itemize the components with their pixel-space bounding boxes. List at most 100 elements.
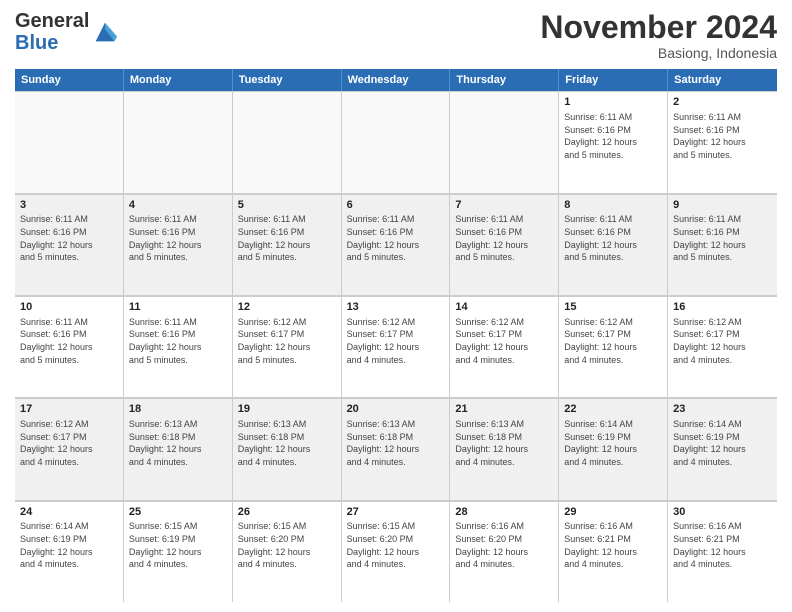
day-number: 24	[20, 505, 118, 520]
empty-cell	[233, 91, 342, 192]
day-cell-22: 22Sunrise: 6:14 AM Sunset: 6:19 PM Dayli…	[559, 398, 668, 499]
day-detail: Sunrise: 6:15 AM Sunset: 6:20 PM Dayligh…	[238, 520, 336, 570]
calendar-body: 1Sunrise: 6:11 AM Sunset: 6:16 PM Daylig…	[15, 91, 777, 602]
day-cell-17: 17Sunrise: 6:12 AM Sunset: 6:17 PM Dayli…	[15, 398, 124, 499]
day-cell-12: 12Sunrise: 6:12 AM Sunset: 6:17 PM Dayli…	[233, 296, 342, 397]
day-number: 27	[347, 505, 445, 520]
day-number: 17	[20, 402, 118, 417]
day-detail: Sunrise: 6:15 AM Sunset: 6:20 PM Dayligh…	[347, 520, 445, 570]
day-cell-9: 9Sunrise: 6:11 AM Sunset: 6:16 PM Daylig…	[668, 194, 777, 295]
day-detail: Sunrise: 6:15 AM Sunset: 6:19 PM Dayligh…	[129, 520, 227, 570]
day-detail: Sunrise: 6:11 AM Sunset: 6:16 PM Dayligh…	[129, 316, 227, 366]
day-detail: Sunrise: 6:11 AM Sunset: 6:16 PM Dayligh…	[129, 213, 227, 263]
week-row-0: 1Sunrise: 6:11 AM Sunset: 6:16 PM Daylig…	[15, 91, 777, 193]
title-block: November 2024 Basiong, Indonesia	[540, 10, 777, 61]
day-cell-10: 10Sunrise: 6:11 AM Sunset: 6:16 PM Dayli…	[15, 296, 124, 397]
day-cell-27: 27Sunrise: 6:15 AM Sunset: 6:20 PM Dayli…	[342, 501, 451, 602]
day-cell-4: 4Sunrise: 6:11 AM Sunset: 6:16 PM Daylig…	[124, 194, 233, 295]
day-number: 1	[564, 95, 662, 110]
day-cell-28: 28Sunrise: 6:16 AM Sunset: 6:20 PM Dayli…	[450, 501, 559, 602]
day-detail: Sunrise: 6:13 AM Sunset: 6:18 PM Dayligh…	[455, 418, 553, 468]
day-number: 20	[347, 402, 445, 417]
day-cell-3: 3Sunrise: 6:11 AM Sunset: 6:16 PM Daylig…	[15, 194, 124, 295]
day-detail: Sunrise: 6:11 AM Sunset: 6:16 PM Dayligh…	[564, 111, 662, 161]
day-cell-16: 16Sunrise: 6:12 AM Sunset: 6:17 PM Dayli…	[668, 296, 777, 397]
day-number: 9	[673, 198, 772, 213]
day-number: 23	[673, 402, 772, 417]
day-detail: Sunrise: 6:12 AM Sunset: 6:17 PM Dayligh…	[20, 418, 118, 468]
day-number: 6	[347, 198, 445, 213]
day-detail: Sunrise: 6:14 AM Sunset: 6:19 PM Dayligh…	[564, 418, 662, 468]
day-detail: Sunrise: 6:16 AM Sunset: 6:20 PM Dayligh…	[455, 520, 553, 570]
day-number: 28	[455, 505, 553, 520]
day-detail: Sunrise: 6:13 AM Sunset: 6:18 PM Dayligh…	[129, 418, 227, 468]
day-cell-15: 15Sunrise: 6:12 AM Sunset: 6:17 PM Dayli…	[559, 296, 668, 397]
day-cell-1: 1Sunrise: 6:11 AM Sunset: 6:16 PM Daylig…	[559, 91, 668, 192]
day-detail: Sunrise: 6:11 AM Sunset: 6:16 PM Dayligh…	[673, 111, 772, 161]
day-number: 19	[238, 402, 336, 417]
day-cell-26: 26Sunrise: 6:15 AM Sunset: 6:20 PM Dayli…	[233, 501, 342, 602]
day-number: 7	[455, 198, 553, 213]
day-detail: Sunrise: 6:12 AM Sunset: 6:17 PM Dayligh…	[238, 316, 336, 366]
day-cell-18: 18Sunrise: 6:13 AM Sunset: 6:18 PM Dayli…	[124, 398, 233, 499]
logo-general: General	[15, 10, 89, 32]
day-cell-20: 20Sunrise: 6:13 AM Sunset: 6:18 PM Dayli…	[342, 398, 451, 499]
empty-cell	[124, 91, 233, 192]
header-sunday: Sunday	[15, 69, 124, 91]
month-title: November 2024	[540, 10, 777, 45]
day-number: 10	[20, 300, 118, 315]
day-number: 30	[673, 505, 772, 520]
day-detail: Sunrise: 6:14 AM Sunset: 6:19 PM Dayligh…	[673, 418, 772, 468]
day-detail: Sunrise: 6:11 AM Sunset: 6:16 PM Dayligh…	[347, 213, 445, 263]
header-saturday: Saturday	[668, 69, 777, 91]
day-cell-30: 30Sunrise: 6:16 AM Sunset: 6:21 PM Dayli…	[668, 501, 777, 602]
empty-cell	[15, 91, 124, 192]
day-number: 16	[673, 300, 772, 315]
day-number: 22	[564, 402, 662, 417]
day-number: 14	[455, 300, 553, 315]
page: General Blue November 2024 Basiong, Indo…	[0, 0, 792, 612]
week-row-3: 17Sunrise: 6:12 AM Sunset: 6:17 PM Dayli…	[15, 398, 777, 500]
day-cell-8: 8Sunrise: 6:11 AM Sunset: 6:16 PM Daylig…	[559, 194, 668, 295]
day-detail: Sunrise: 6:11 AM Sunset: 6:16 PM Dayligh…	[673, 213, 772, 263]
logo-text: General Blue	[15, 10, 89, 54]
day-number: 4	[129, 198, 227, 213]
day-number: 11	[129, 300, 227, 315]
week-row-1: 3Sunrise: 6:11 AM Sunset: 6:16 PM Daylig…	[15, 194, 777, 296]
day-number: 5	[238, 198, 336, 213]
day-cell-14: 14Sunrise: 6:12 AM Sunset: 6:17 PM Dayli…	[450, 296, 559, 397]
day-number: 3	[20, 198, 118, 213]
header-wednesday: Wednesday	[342, 69, 451, 91]
day-number: 8	[564, 198, 662, 213]
day-number: 12	[238, 300, 336, 315]
day-number: 21	[455, 402, 553, 417]
day-detail: Sunrise: 6:14 AM Sunset: 6:19 PM Dayligh…	[20, 520, 118, 570]
day-detail: Sunrise: 6:13 AM Sunset: 6:18 PM Dayligh…	[347, 418, 445, 468]
logo-blue: Blue	[15, 32, 89, 54]
day-detail: Sunrise: 6:13 AM Sunset: 6:18 PM Dayligh…	[238, 418, 336, 468]
day-cell-2: 2Sunrise: 6:11 AM Sunset: 6:16 PM Daylig…	[668, 91, 777, 192]
header-friday: Friday	[559, 69, 668, 91]
day-number: 18	[129, 402, 227, 417]
day-cell-11: 11Sunrise: 6:11 AM Sunset: 6:16 PM Dayli…	[124, 296, 233, 397]
empty-cell	[342, 91, 451, 192]
day-cell-5: 5Sunrise: 6:11 AM Sunset: 6:16 PM Daylig…	[233, 194, 342, 295]
empty-cell	[450, 91, 559, 192]
header-tuesday: Tuesday	[233, 69, 342, 91]
logo: General Blue	[15, 10, 119, 54]
day-number: 25	[129, 505, 227, 520]
week-row-2: 10 Sunrise: 6:11 AM Sunset: 6:16 PM Dayli…	[15, 296, 777, 398]
day-detail: Sunrise: 6:11 AM Sunset: 6:16 PM Dayligh…	[455, 213, 553, 263]
day-detail: Sunrise: 6:11 AM Sunset: 6:16 PM Dayligh…	[20, 213, 118, 263]
day-number: 29	[564, 505, 662, 520]
calendar-header: Sunday Monday Tuesday Wednesday Thursday…	[15, 69, 777, 91]
week-row-4: 24Sunrise: 6:14 AM Sunset: 6:19 PM Dayli…	[15, 501, 777, 602]
day-cell-13: 13Sunrise: 6:12 AM Sunset: 6:17 PM Dayli…	[342, 296, 451, 397]
calendar: Sunday Monday Tuesday Wednesday Thursday…	[15, 69, 777, 602]
location-subtitle: Basiong, Indonesia	[540, 45, 777, 61]
day-cell-7: 7Sunrise: 6:11 AM Sunset: 6:16 PM Daylig…	[450, 194, 559, 295]
day-detail: Sunrise: 6:12 AM Sunset: 6:17 PM Dayligh…	[673, 316, 772, 366]
day-cell-23: 23Sunrise: 6:14 AM Sunset: 6:19 PM Dayli…	[668, 398, 777, 499]
day-number: 26	[238, 505, 336, 520]
day-detail: Sunrise: 6:11 AM Sunset: 6:16 PM Dayligh…	[238, 213, 336, 263]
